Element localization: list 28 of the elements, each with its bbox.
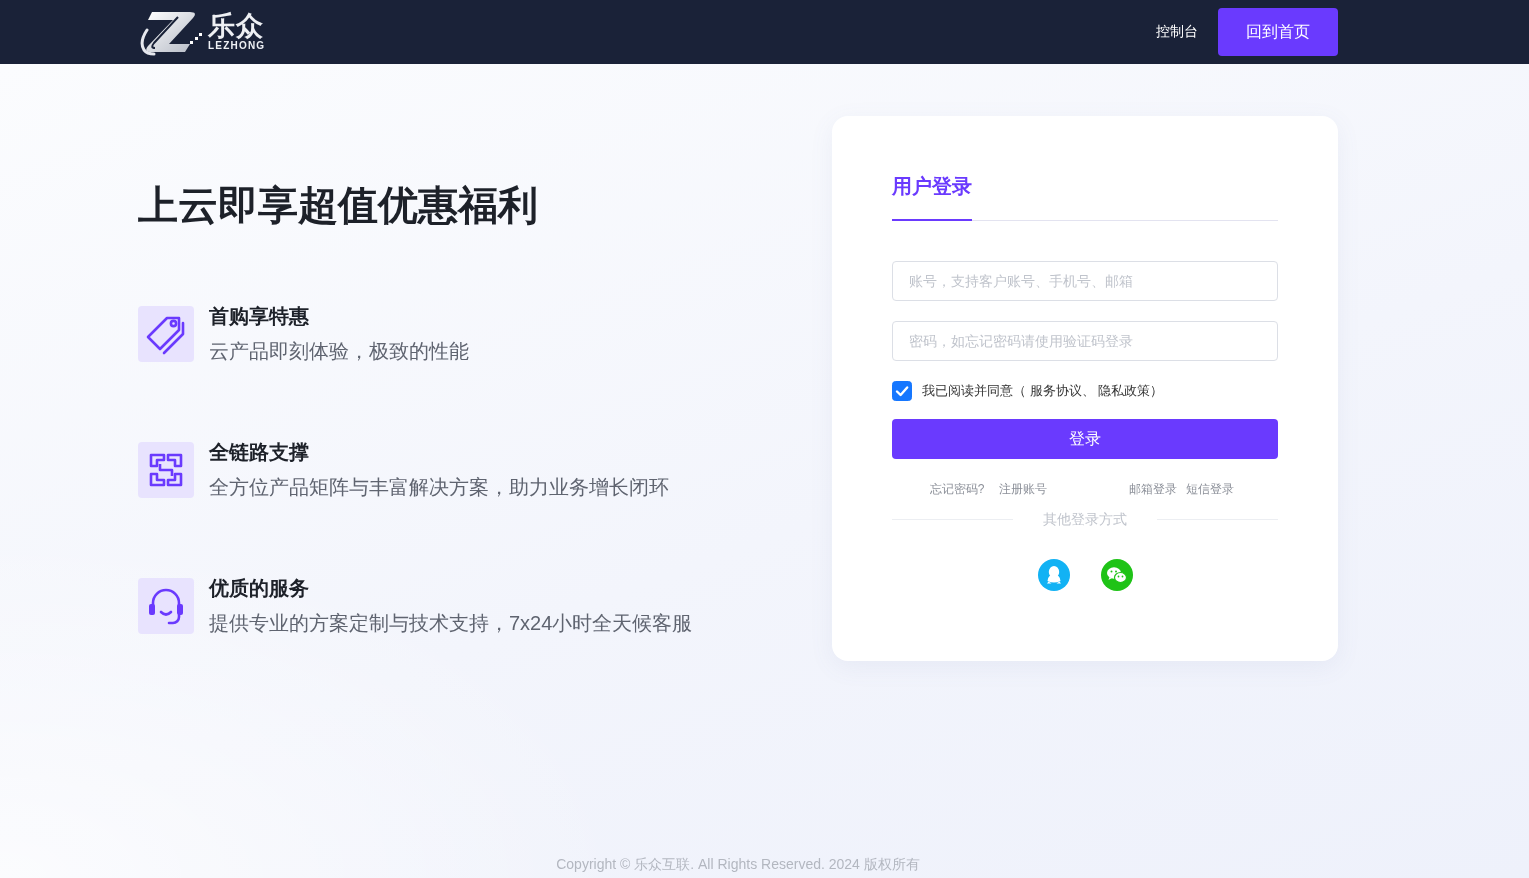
nav-link[interactable]: 控制台 xyxy=(1156,23,1198,41)
text-link[interactable]: 短信登录 xyxy=(1186,479,1234,499)
wechat-icon[interactable] xyxy=(1100,559,1133,591)
feature-title: 全链路支撑 xyxy=(209,440,309,464)
copyright-text: Copyright © 乐众互联. All Rights Reserved. 2024 版权所有 xyxy=(556,856,920,872)
input-field[interactable]: 密码，如忘记密码请使用验证码登录 xyxy=(892,321,1278,361)
text-link[interactable]: 注册账号 xyxy=(999,479,1048,499)
agreement-text: 我已阅读并同意（ 服务协议、 隐私政策） xyxy=(922,382,1164,400)
text-link[interactable]: 忘记密码? xyxy=(929,479,985,499)
login-button[interactable]: 登录 xyxy=(892,419,1278,459)
feature-title: 优质的服务 xyxy=(209,576,309,600)
divider-label: 其他登录方式 xyxy=(1043,510,1127,529)
checkbox[interactable] xyxy=(892,381,912,401)
hero-title: 上云即享超值优惠福利 xyxy=(138,182,538,229)
input-field[interactable]: 账号，支持客户账号、手机号、邮箱 xyxy=(892,261,1278,301)
login-tab[interactable]: 用户登录 xyxy=(892,172,972,221)
headset-icon xyxy=(138,578,194,634)
feature-description: 提供专业的方案定制与技术支持，7x24小时全天候客服 xyxy=(209,611,693,635)
tag-icon xyxy=(138,306,194,362)
home-button[interactable]: 回到首页 xyxy=(1218,8,1338,56)
text-link[interactable]: 邮箱登录 xyxy=(1129,479,1177,499)
brackets-icon xyxy=(138,442,194,498)
feature-title: 首购享特惠 xyxy=(209,304,309,328)
qq-icon[interactable] xyxy=(1037,559,1070,591)
feature-description: 全方位产品矩阵与丰富解决方案，助力业务增长闭环 xyxy=(209,475,669,499)
logo-subtitle: LEZHONG xyxy=(208,40,266,52)
logo-text: 乐众 xyxy=(208,12,264,40)
feature-description: 云产品即刻体验，极致的性能 xyxy=(209,339,469,363)
